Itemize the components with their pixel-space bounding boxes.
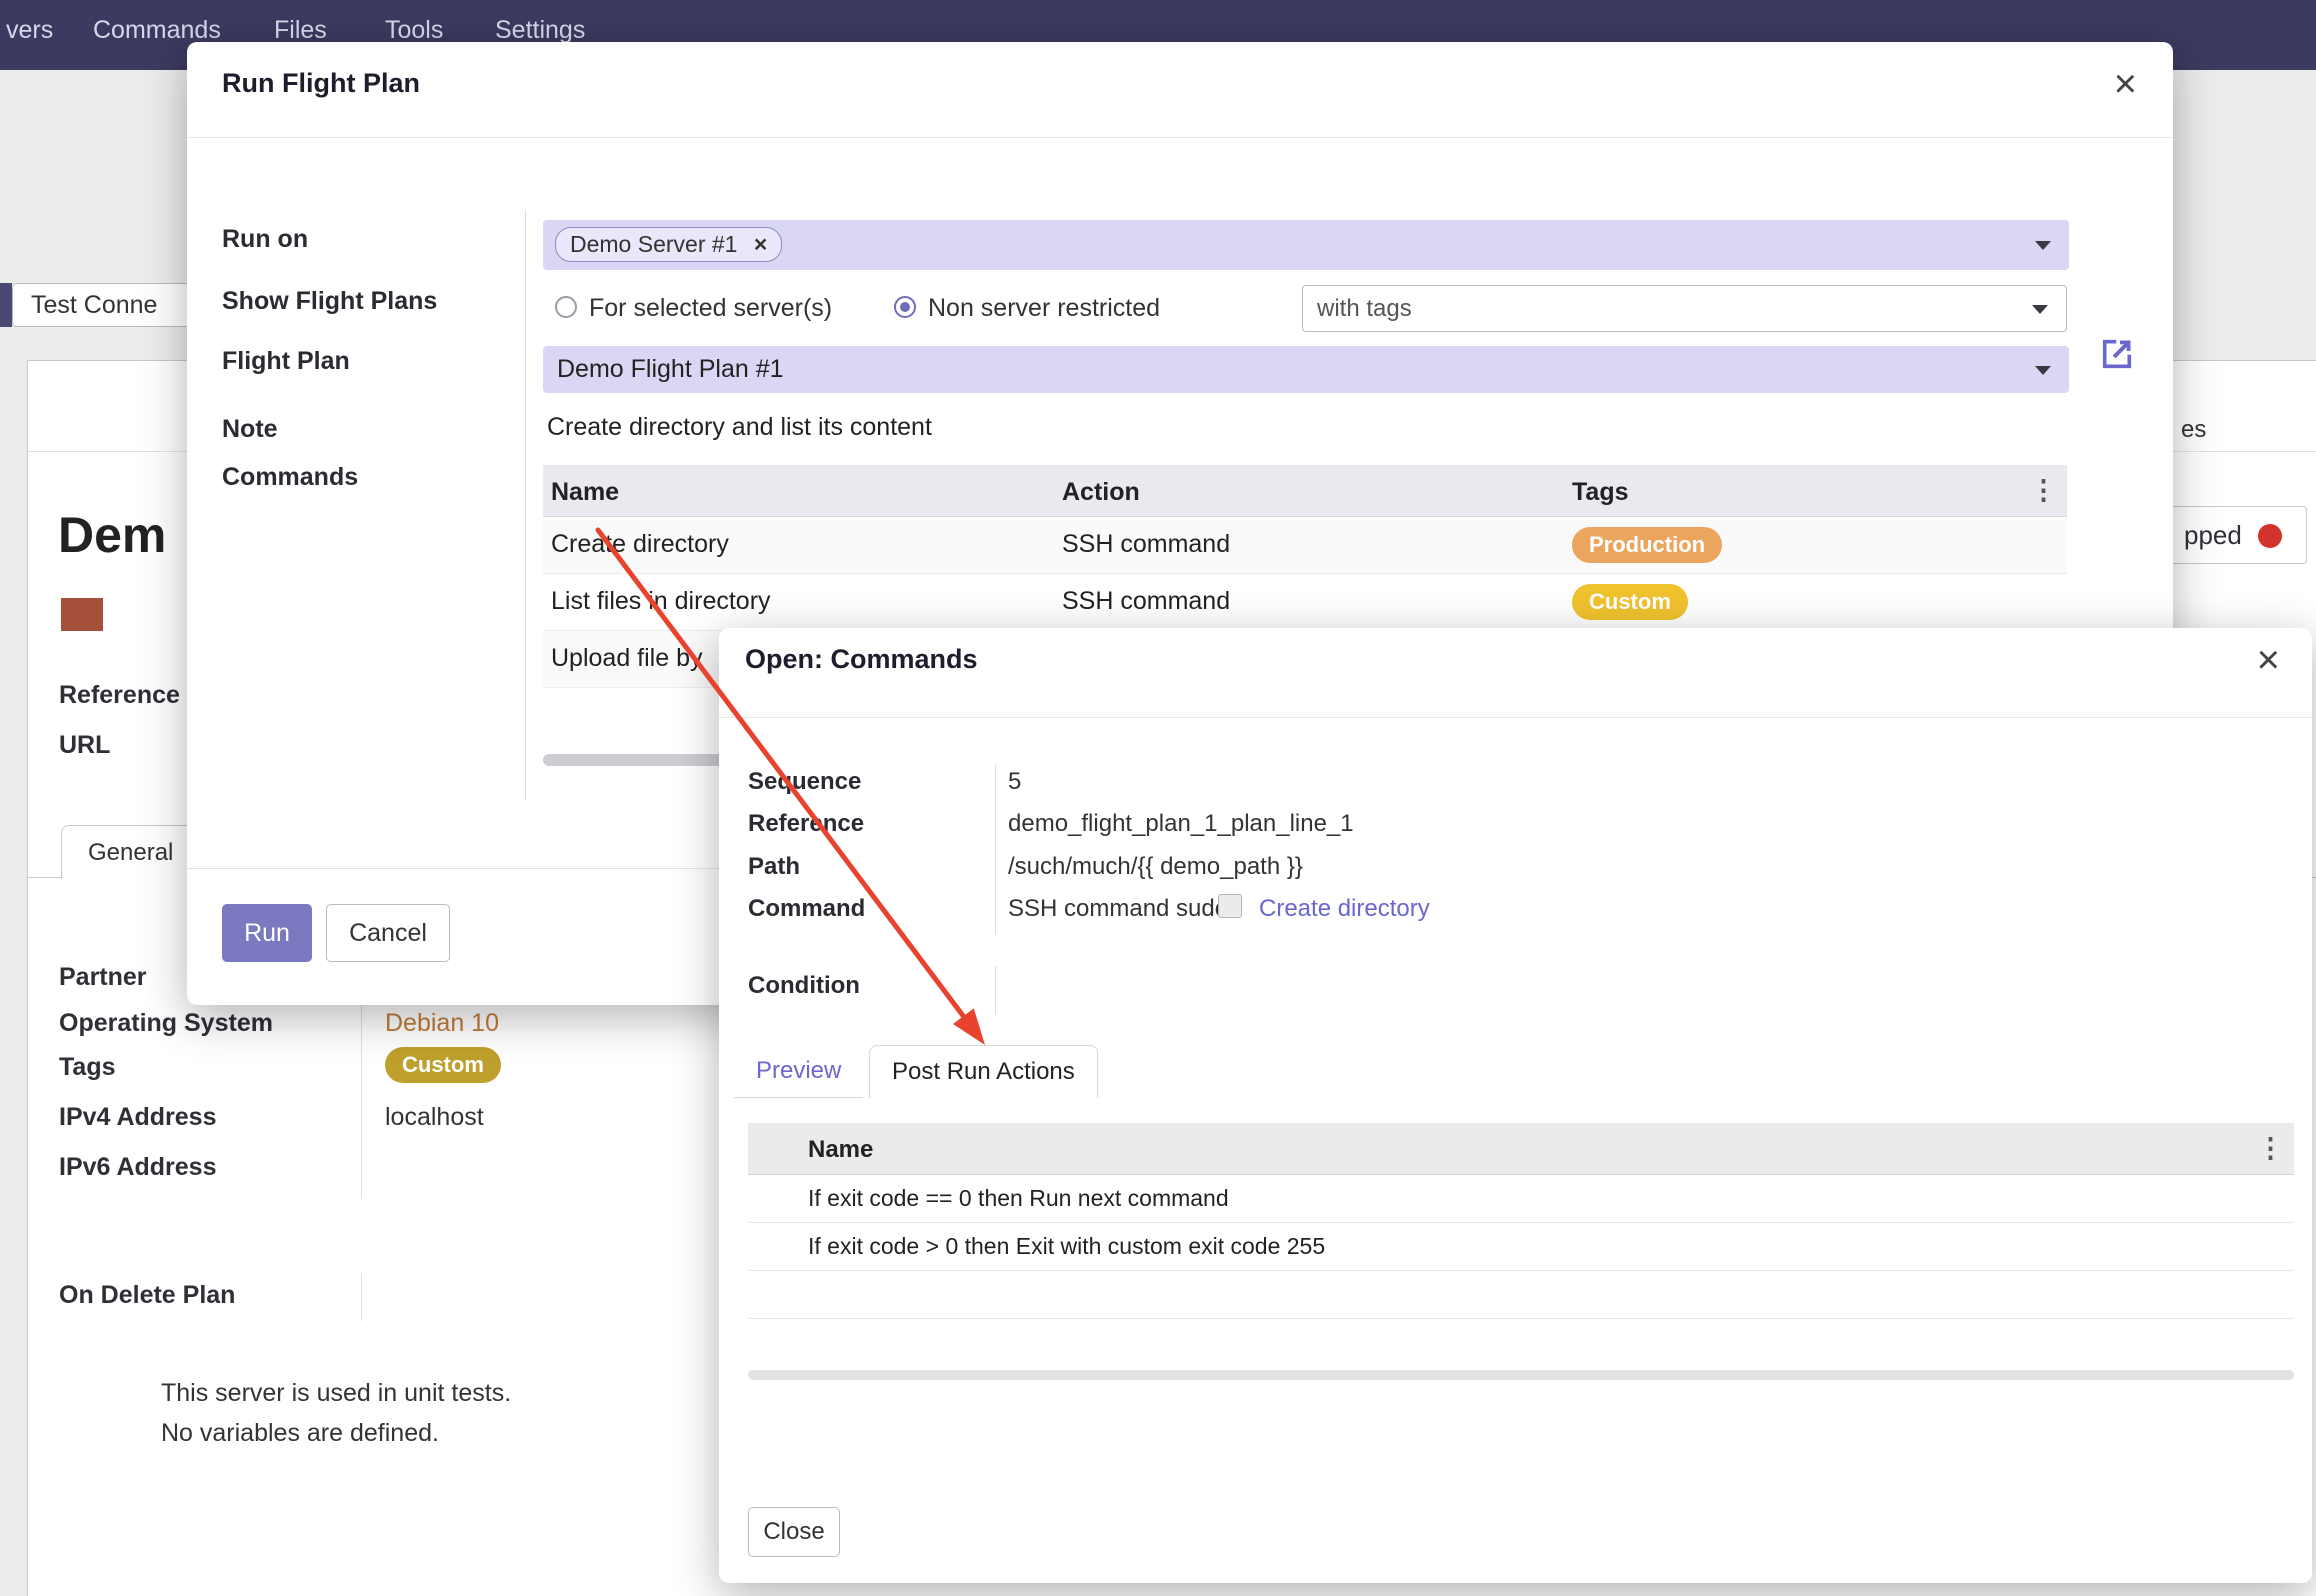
server-name-heading: Dem <box>58 506 166 564</box>
row-tag-badge: Custom <box>1572 584 1688 620</box>
actions-table-header: Name ⋮ <box>748 1123 2294 1175</box>
row-tag-badge: Production <box>1572 527 1722 563</box>
chevron-down-icon <box>2035 241 2051 250</box>
chevron-down-icon <box>2032 305 2048 314</box>
nav-item-files[interactable]: Files <box>274 16 327 45</box>
tab-post-run-actions[interactable]: Post Run Actions <box>869 1045 1098 1098</box>
unit-test-note-1: This server is used in unit tests. <box>161 1379 511 1408</box>
open-commands-modal: Open: Commands × Sequence Reference Path… <box>719 628 2312 1583</box>
commands-table-header: Name Action Tags ⋮ <box>543 465 2067 517</box>
sheet-header-partial-text: es <box>2181 416 2206 444</box>
modal-title: Open: Commands <box>745 644 978 675</box>
close-button[interactable]: Close <box>748 1507 840 1557</box>
table-row[interactable]: List files in directory SSH command Cust… <box>543 574 2067 631</box>
radio-for-selected-servers[interactable] <box>555 296 577 318</box>
row-action-name: If exit code == 0 then Run next command <box>808 1185 1229 1212</box>
tag-badge-custom: Custom <box>385 1047 501 1083</box>
table-row[interactable]: If exit code == 0 then Run next command <box>748 1175 2294 1223</box>
selected-server-tag-label: Demo Server #1 <box>570 231 737 257</box>
flight-plan-value: Demo Flight Plan #1 <box>557 355 784 384</box>
label-note: Note <box>222 415 278 444</box>
field-divider-2 <box>995 966 996 1014</box>
label-run-on: Run on <box>222 225 308 254</box>
run-button[interactable]: Run <box>222 904 312 962</box>
column-header-name[interactable]: Name <box>808 1136 873 1164</box>
remove-tag-icon[interactable]: × <box>754 231 767 257</box>
row-name: List files in directory <box>551 587 771 616</box>
field-label-ipv4: IPv4 Address <box>59 1103 216 1132</box>
nav-item-settings[interactable]: Settings <box>495 16 585 45</box>
table-row[interactable]: Create directory SSH command Production <box>543 517 2067 574</box>
kebab-menu-icon[interactable]: ⋮ <box>2257 1133 2284 1164</box>
nav-item-servers-partial[interactable]: vers <box>6 16 53 45</box>
with-tags-placeholder: with tags <box>1317 295 1412 323</box>
external-link-icon[interactable] <box>2099 336 2135 377</box>
field-label-partner: Partner <box>59 963 147 992</box>
clipped-button-edge <box>0 283 12 327</box>
selected-server-tag[interactable]: Demo Server #1 × <box>555 227 782 262</box>
label-condition: Condition <box>748 972 860 1000</box>
column-header-action[interactable]: Action <box>1062 478 1140 507</box>
modal-label-divider <box>525 210 526 800</box>
radio-non-server-restricted[interactable] <box>894 296 916 318</box>
tab-general[interactable]: General <box>61 825 200 879</box>
field-divider <box>995 764 996 934</box>
row-action: SSH command <box>1062 587 1230 616</box>
kebab-menu-icon[interactable]: ⋮ <box>2030 475 2057 506</box>
with-tags-select[interactable]: with tags <box>1302 285 2067 332</box>
field-value-ipv4: localhost <box>385 1103 484 1132</box>
status-dot-icon <box>2258 524 2282 548</box>
row-action-name: If exit code > 0 then Exit with custom e… <box>808 1233 1325 1260</box>
modal-header-divider <box>187 137 2173 138</box>
column-header-name[interactable]: Name <box>551 478 619 507</box>
value-path: /such/much/{{ demo_path }} <box>1008 853 1303 881</box>
plan-description: Create directory and list its content <box>547 413 932 442</box>
label-path: Path <box>748 853 800 881</box>
chevron-down-icon <box>2035 366 2051 375</box>
unit-test-note-2: No variables are defined. <box>161 1419 439 1448</box>
value-reference: demo_flight_plan_1_plan_line_1 <box>1008 810 1354 838</box>
field-label-on-delete-plan: On Delete Plan <box>59 1281 235 1310</box>
radio-label-non-server-restricted: Non server restricted <box>928 294 1160 323</box>
label-show-flight-plans: Show Flight Plans <box>222 287 437 316</box>
nav-item-tools[interactable]: Tools <box>385 16 443 45</box>
table-row[interactable]: If exit code > 0 then Exit with custom e… <box>748 1223 2294 1271</box>
status-label-partial: pped <box>2184 520 2242 551</box>
row-name: Create directory <box>551 530 729 559</box>
horizontal-scrollbar[interactable] <box>748 1370 2294 1380</box>
empty-table-row <box>748 1271 2294 1319</box>
close-icon[interactable]: × <box>2114 64 2137 104</box>
field-label-url: URL <box>59 731 110 760</box>
field-label-tags: Tags <box>59 1053 116 1082</box>
server-color-swatch[interactable] <box>61 598 103 631</box>
row-name: Upload file by <box>551 644 702 673</box>
cancel-button[interactable]: Cancel <box>326 904 450 962</box>
close-icon[interactable]: × <box>2257 640 2280 680</box>
value-sequence: 5 <box>1008 768 1021 796</box>
command-link[interactable]: Create directory <box>1259 895 1430 923</box>
modal-title: Run Flight Plan <box>222 68 420 99</box>
value-command: SSH command sudo <box>1008 895 1228 923</box>
label-flight-plan: Flight Plan <box>222 347 350 376</box>
label-reference: Reference <box>748 810 864 838</box>
field-label-reference: Reference <box>59 681 180 710</box>
run-on-select[interactable]: Demo Server #1 × <box>543 220 2069 270</box>
modal-header-divider <box>719 717 2312 718</box>
tab-preview[interactable]: Preview <box>734 1045 863 1098</box>
command-checkbox[interactable] <box>1218 894 1242 918</box>
field-column-divider-2 <box>361 1273 362 1321</box>
field-label-operating-system: Operating System <box>59 1009 273 1038</box>
nav-item-commands[interactable]: Commands <box>93 16 221 45</box>
label-sequence: Sequence <box>748 768 861 796</box>
column-header-tags[interactable]: Tags <box>1572 478 1629 507</box>
row-action: SSH command <box>1062 530 1230 559</box>
field-label-ipv6: IPv6 Address <box>59 1153 216 1182</box>
flight-plan-select[interactable]: Demo Flight Plan #1 <box>543 346 2069 393</box>
label-commands: Commands <box>222 463 358 492</box>
label-command: Command <box>748 895 865 923</box>
field-value-operating-system[interactable]: Debian 10 <box>385 1009 499 1038</box>
radio-label-for-selected-servers: For selected server(s) <box>589 294 832 323</box>
